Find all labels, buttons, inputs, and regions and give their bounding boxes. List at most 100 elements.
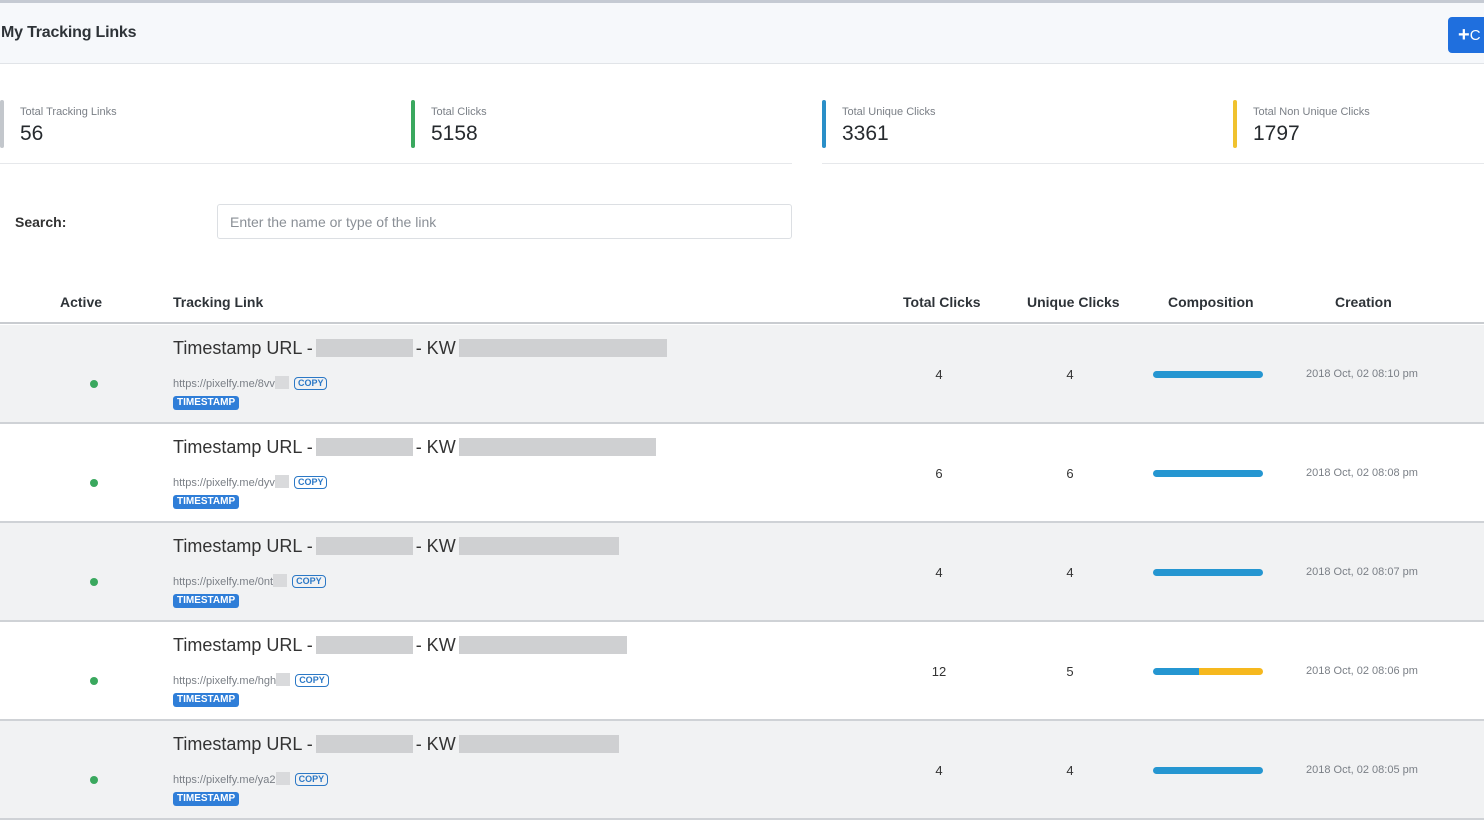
redacted-text: [458, 735, 619, 753]
link-type-badge: TIMESTAMP: [173, 792, 240, 806]
short-url: https://pixelfy.me/dyv COPY: [173, 475, 328, 489]
link-title-prefix: Timestamp URL -: [173, 437, 313, 457]
link-title[interactable]: Timestamp URL - - KW: [173, 734, 622, 755]
link-title-mid: - KW: [415, 536, 456, 556]
link-title-mid: - KW: [415, 437, 456, 457]
total-clicks-value: 4: [935, 367, 943, 382]
table-row[interactable]: Timestamp URL - - KW https://pixelfy.me/h…: [0, 622, 1484, 721]
composition-bar: [1153, 569, 1263, 576]
total-clicks-value: 12: [931, 664, 947, 679]
creation-date: 2018 Oct, 02 08:06 pm: [1306, 665, 1418, 677]
link-title-prefix: Timestamp URL -: [173, 536, 313, 556]
stat-label: Total Clicks: [431, 106, 487, 118]
short-url: https://pixelfy.me/ya2 COPY: [173, 772, 329, 786]
composition-bar: [1153, 767, 1263, 774]
stat-color-bar: [0, 100, 4, 148]
active-status-dot: [90, 380, 98, 388]
short-url: https://pixelfy.me/0nt COPY: [173, 574, 326, 588]
table-row[interactable]: Timestamp URL - - KW https://pixelfy.me/y…: [0, 721, 1484, 820]
short-url-text: https://pixelfy.me/ya2: [173, 774, 276, 786]
link-title-prefix: Timestamp URL -: [173, 338, 313, 358]
unique-clicks-value: 6: [1066, 466, 1074, 481]
total-clicks-value: 6: [935, 466, 943, 481]
link-title-mid: - KW: [415, 734, 456, 754]
column-header-creation[interactable]: Creation: [1335, 294, 1392, 310]
composition-unique-segment: [1153, 668, 1200, 675]
stat-label: Total Tracking Links: [20, 106, 117, 118]
stat-color-bar: [822, 100, 826, 148]
composition-unique-segment: [1153, 569, 1263, 576]
search-label: Search:: [15, 214, 67, 230]
unique-clicks-value: 4: [1066, 763, 1074, 778]
composition-bar: [1153, 668, 1263, 675]
stat-label: Total Non Unique Clicks: [1253, 106, 1370, 118]
stat-value: 3361: [842, 122, 889, 145]
link-title[interactable]: Timestamp URL - - KW: [173, 635, 630, 656]
search-input[interactable]: [217, 204, 792, 239]
link-title-mid: - KW: [415, 635, 456, 655]
column-header-unique-clicks[interactable]: Unique Clicks: [1027, 294, 1120, 310]
copy-button[interactable]: COPY: [295, 674, 329, 687]
copy-button[interactable]: COPY: [294, 773, 329, 786]
page-title: My Tracking Links: [1, 24, 137, 41]
stat-color-bar: [1233, 100, 1237, 148]
short-url-text: https://pixelfy.me/hgh: [173, 675, 277, 687]
stats-panel: Total Tracking Links 56 Total Clicks 515…: [0, 64, 1484, 164]
creation-date: 2018 Oct, 02 08:08 pm: [1306, 467, 1418, 479]
stat-value: 56: [20, 122, 44, 145]
table-row[interactable]: Timestamp URL - - KW https://pixelfy.me/8…: [0, 325, 1484, 424]
short-url-text: https://pixelfy.me/8vv: [173, 378, 275, 390]
column-header-composition[interactable]: Composition: [1168, 294, 1254, 310]
active-status-dot: [90, 479, 98, 487]
redacted-text: [315, 537, 413, 555]
stat-color-bar: [411, 100, 415, 148]
composition-unique-segment: [1153, 767, 1263, 774]
redacted-text: [458, 438, 656, 456]
redacted-text: [315, 735, 413, 753]
link-title-mid: - KW: [415, 338, 456, 358]
redacted-text: [458, 636, 627, 654]
link-title[interactable]: Timestamp URL - - KW: [173, 536, 622, 557]
link-type-badge: TIMESTAMP: [173, 396, 240, 410]
composition-bar: [1153, 470, 1263, 477]
link-type-badge: TIMESTAMP: [173, 594, 240, 608]
composition-unique-segment: [1153, 470, 1263, 477]
copy-button[interactable]: COPY: [292, 575, 326, 588]
redacted-text: [274, 376, 289, 389]
redacted-text: [458, 537, 619, 555]
stat-label: Total Unique Clicks: [842, 106, 936, 118]
table-header: Active Tracking Link Total Clicks Unique…: [0, 282, 1484, 324]
table-row[interactable]: Timestamp URL - - KW https://pixelfy.me/d…: [0, 424, 1484, 523]
composition-unique-segment: [1153, 371, 1263, 378]
create-link-button[interactable]: +C: [1448, 17, 1484, 53]
divider: [0, 163, 792, 164]
link-title-prefix: Timestamp URL -: [173, 635, 313, 655]
link-title[interactable]: Timestamp URL - - KW: [173, 338, 670, 359]
table-row[interactable]: Timestamp URL - - KW https://pixelfy.me/0…: [0, 523, 1484, 622]
column-header-total-clicks[interactable]: Total Clicks: [903, 294, 981, 310]
redacted-text: [315, 339, 413, 357]
creation-date: 2018 Oct, 02 08:07 pm: [1306, 566, 1418, 578]
redacted-text: [315, 636, 413, 654]
active-status-dot: [90, 776, 98, 784]
link-title[interactable]: Timestamp URL - - KW: [173, 437, 659, 458]
column-header-active[interactable]: Active: [60, 294, 102, 310]
short-url-text: https://pixelfy.me/dyv: [173, 477, 275, 489]
copy-button[interactable]: COPY: [293, 476, 328, 489]
link-type-badge: TIMESTAMP: [173, 693, 240, 707]
short-url: https://pixelfy.me/8vv COPY: [173, 376, 328, 390]
redacted-text: [274, 475, 289, 488]
creation-date: 2018 Oct, 02 08:05 pm: [1306, 764, 1418, 776]
redacted-text: [315, 438, 413, 456]
divider: [822, 163, 1484, 164]
active-status-dot: [90, 677, 98, 685]
plus-icon: +: [1458, 24, 1470, 46]
redacted-text: [276, 673, 291, 686]
link-type-badge: TIMESTAMP: [173, 495, 240, 509]
stat-value: 5158: [431, 122, 478, 145]
unique-clicks-value: 5: [1066, 664, 1074, 679]
link-title-prefix: Timestamp URL -: [173, 734, 313, 754]
column-header-tracking-link[interactable]: Tracking Link: [173, 294, 263, 310]
copy-button[interactable]: COPY: [293, 377, 328, 390]
page-header: My Tracking Links +C: [0, 3, 1484, 64]
